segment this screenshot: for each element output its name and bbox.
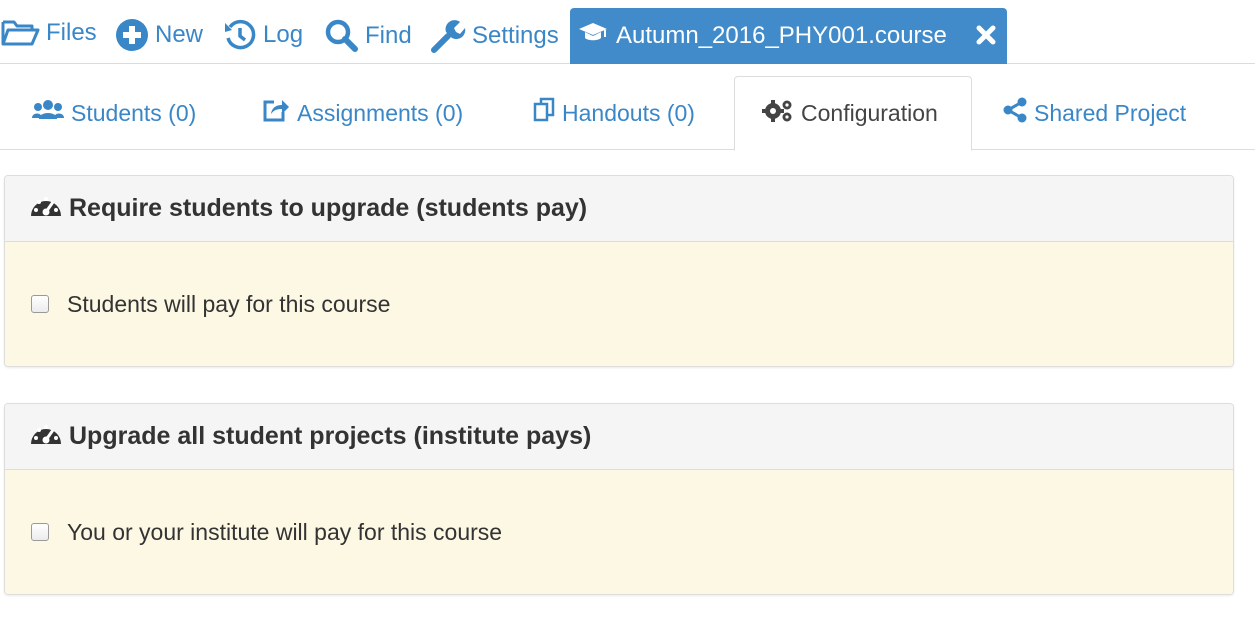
panel-header: Require students to upgrade (students pa… [5, 176, 1233, 242]
find-label: Find [365, 22, 412, 49]
institute-pays-panel: Upgrade all student projects (institute … [4, 403, 1234, 595]
institute-pays-checkbox[interactable] [31, 523, 49, 541]
panel-body: Students will pay for this course [5, 242, 1233, 366]
settings-nav-button[interactable]: Settings [430, 18, 559, 54]
students-pay-panel: Require students to upgrade (students pa… [4, 175, 1234, 367]
copy-icon [533, 97, 555, 129]
course-file-tab-label: Autumn_2016_PHY001.course [616, 22, 947, 49]
files-label: Files [46, 19, 97, 46]
students-pay-checkbox-label[interactable]: Students will pay for this course [67, 291, 390, 318]
tab-configuration[interactable]: Configuration [734, 76, 972, 151]
search-icon [323, 18, 359, 54]
graduation-cap-icon [578, 22, 608, 51]
students-pay-checkbox[interactable] [31, 295, 49, 313]
users-icon [32, 99, 64, 127]
share-alt-icon [1003, 97, 1027, 129]
cogs-icon [762, 98, 794, 130]
tab-configuration-label: Configuration [801, 100, 938, 126]
dashboard-icon [29, 420, 63, 453]
find-nav-button[interactable]: Find [323, 18, 412, 54]
dashboard-icon [29, 192, 63, 225]
tab-assignments-label: Assignments (0) [297, 99, 464, 126]
close-icon[interactable] [973, 22, 999, 48]
tab-handouts[interactable]: Handouts (0) [533, 76, 695, 150]
files-nav-button[interactable]: Files [0, 18, 97, 48]
top-navbar: Files New Log Find Settings Autumn_2016_… [0, 0, 1255, 64]
wrench-icon [430, 18, 466, 54]
tab-handouts-label: Handouts (0) [562, 99, 695, 126]
course-tabs: Students (0) Assignments (0) Handouts (0… [0, 76, 1255, 151]
new-nav-button[interactable]: New [115, 18, 203, 52]
tab-assignments[interactable]: Assignments (0) [262, 76, 463, 150]
new-label: New [155, 21, 204, 48]
panel-title: Upgrade all student projects (institute … [69, 422, 592, 450]
course-file-tab[interactable]: Autumn_2016_PHY001.course [570, 8, 1007, 64]
tab-shared-project-label: Shared Project [1034, 99, 1187, 126]
institute-pays-checkbox-label[interactable]: You or your institute will pay for this … [67, 519, 502, 546]
panel-header: Upgrade all student projects (institute … [5, 404, 1233, 470]
panel-body: You or your institute will pay for this … [5, 470, 1233, 594]
history-icon [223, 18, 257, 52]
folder-open-icon [0, 18, 40, 48]
log-label: Log [263, 21, 304, 48]
share-square-icon [262, 97, 290, 129]
tab-students-label: Students (0) [71, 99, 197, 126]
panel-title: Require students to upgrade (students pa… [69, 194, 588, 222]
tab-students[interactable]: Students (0) [32, 76, 196, 150]
tab-shared-project[interactable]: Shared Project [1003, 76, 1186, 150]
settings-label: Settings [472, 22, 559, 49]
plus-circle-icon [115, 18, 149, 52]
log-nav-button[interactable]: Log [223, 18, 303, 52]
